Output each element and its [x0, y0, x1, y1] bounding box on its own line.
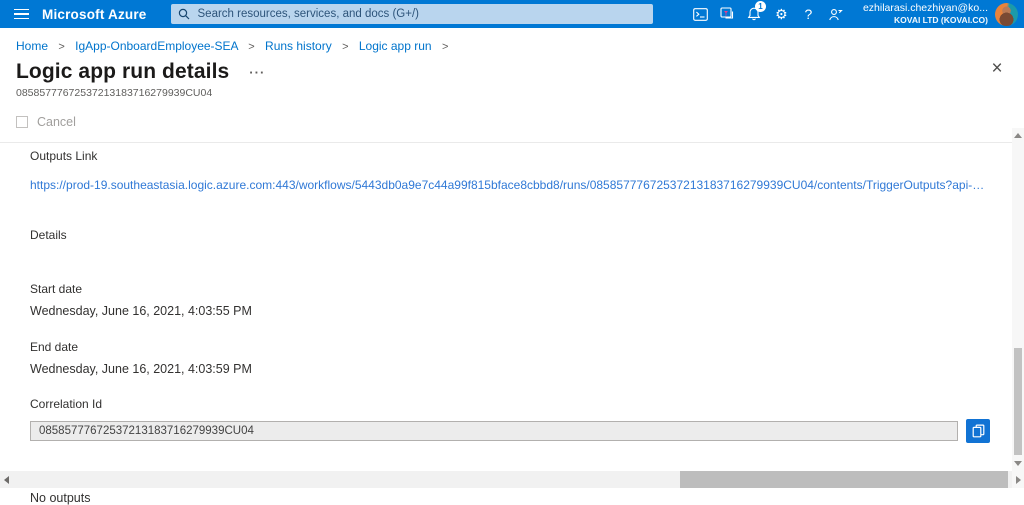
vertical-scrollbar-thumb[interactable]	[1014, 348, 1022, 455]
settings-button[interactable]: ⚙	[768, 0, 795, 28]
close-icon[interactable]: ×	[986, 58, 1008, 80]
correlation-id-label: Correlation Id	[30, 397, 103, 411]
notifications-button[interactable]: 1	[741, 0, 768, 28]
breadcrumb-separator: >	[58, 41, 65, 53]
notification-badge: 1	[754, 1, 766, 12]
breadcrumb-home[interactable]: Home	[16, 39, 48, 53]
scrollbar-corner[interactable]	[1012, 471, 1024, 488]
end-date-value: Wednesday, June 16, 2021, 4:03:59 PM	[30, 362, 252, 376]
horizontal-scrollbar-thumb[interactable]	[680, 471, 1008, 488]
scroll-left-arrow-icon[interactable]	[4, 475, 9, 484]
run-id-subtitle: 08585777672537213183716279939CU04	[16, 87, 213, 99]
directory-filter-icon	[720, 7, 733, 19]
start-date-value: Wednesday, June 16, 2021, 4:03:55 PM	[30, 304, 252, 318]
details-section-label: Details	[30, 228, 67, 242]
stop-icon	[16, 116, 28, 128]
scroll-down-arrow-icon[interactable]	[1014, 461, 1022, 466]
directory-filter-button[interactable]	[714, 0, 741, 28]
page-title: Logic app run details	[16, 60, 230, 83]
search-input[interactable]	[195, 7, 646, 21]
cloud-shell-button[interactable]	[687, 0, 714, 28]
breadcrumb-separator: >	[441, 41, 449, 53]
copy-icon	[972, 424, 984, 438]
help-button[interactable]: ?	[795, 0, 822, 28]
scroll-up-arrow-icon[interactable]	[1014, 133, 1022, 138]
breadcrumb-logic-app-run[interactable]: Logic app run	[359, 39, 432, 53]
scroll-right-arrow-icon[interactable]	[1016, 475, 1021, 484]
outputs-link-url[interactable]: https://prod-19.southeastasia.logic.azur…	[30, 178, 988, 192]
feedback-person-icon	[829, 8, 843, 20]
breadcrumb-separator: >	[342, 41, 349, 53]
breadcrumb: Home > IgApp-OnboardEmployee-SEA > Runs …	[0, 28, 1024, 57]
end-date-label: End date	[30, 340, 79, 354]
breadcrumb-logic-app[interactable]: IgApp-OnboardEmployee-SEA	[75, 39, 238, 53]
question-mark-icon: ?	[804, 6, 813, 22]
breadcrumb-runs-history[interactable]: Runs history	[265, 39, 332, 53]
vertical-scrollbar[interactable]	[1012, 128, 1024, 471]
run-details-pane: Outputs Link https://prod-19.southeastas…	[0, 143, 1024, 505]
correlation-id-field[interactable]	[30, 421, 958, 441]
more-actions-icon[interactable]: ···	[249, 65, 265, 80]
outputs-value: No outputs	[30, 491, 91, 505]
brand-title[interactable]: Microsoft Azure	[42, 7, 147, 22]
outputs-link-label: Outputs Link	[30, 149, 98, 163]
user-email: ezhilarasi.chezhiyan@ko...	[862, 2, 988, 15]
cancel-button-label: Cancel	[37, 115, 76, 129]
command-bar: Cancel	[0, 109, 1024, 143]
hamburger-menu-icon[interactable]	[0, 0, 42, 28]
user-directory: KOVAI LTD (KOVAI.CO)	[894, 15, 988, 26]
account-menu[interactable]: ezhilarasi.chezhiyan@ko... KOVAI LTD (KO…	[863, 2, 988, 26]
feedback-button[interactable]	[822, 0, 849, 28]
top-bar-actions: 1 ⚙ ? ezhilarasi.chezhiyan@ko... KOVAI L…	[687, 0, 1024, 28]
azure-top-bar: Microsoft Azure Search resources, servic…	[0, 0, 1024, 28]
start-date-label: Start date	[30, 282, 83, 296]
breadcrumb-separator: >	[248, 41, 255, 53]
copy-button[interactable]	[966, 419, 990, 443]
cancel-run-button[interactable]: Cancel	[16, 115, 76, 129]
global-search[interactable]	[170, 4, 653, 24]
gear-icon: ⚙	[775, 6, 788, 22]
avatar[interactable]	[995, 2, 1018, 26]
search-icon	[178, 8, 189, 20]
cloud-shell-icon	[693, 7, 708, 21]
horizontal-scrollbar[interactable]	[0, 471, 1012, 488]
